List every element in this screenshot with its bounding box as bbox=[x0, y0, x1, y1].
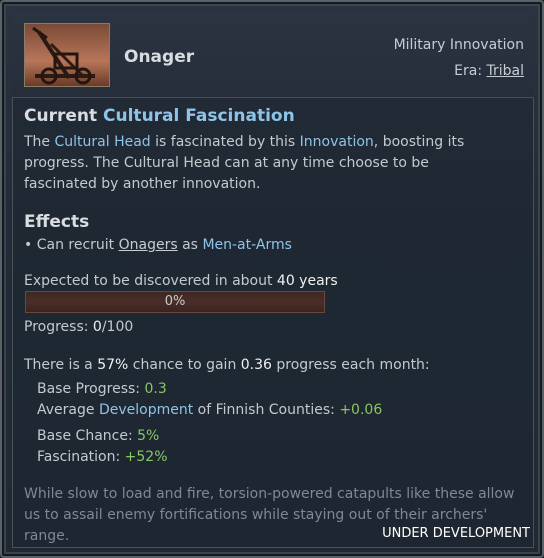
base-chance-value: 5% bbox=[137, 428, 160, 444]
fascination-text-2: is fascinated by this bbox=[150, 134, 300, 150]
progress-value: 0 bbox=[92, 319, 102, 335]
progress-total: /100 bbox=[101, 319, 134, 335]
era-link[interactable]: Tribal bbox=[487, 63, 525, 79]
fascination-description: The Cultural Head is fascinated by this … bbox=[24, 132, 504, 195]
innovation-era: Era: Tribal bbox=[454, 63, 524, 79]
expected-prefix: Expected to be discovered in about bbox=[24, 273, 277, 289]
chance-text-1: There is a bbox=[24, 357, 98, 373]
base-chance-row: Base Chance: 5% bbox=[37, 428, 159, 444]
avg-development-row: Average Development of Finnish Counties:… bbox=[37, 402, 382, 418]
fascination-value: +52% bbox=[124, 449, 168, 465]
men-at-arms-link[interactable]: Men-at-Arms bbox=[202, 237, 291, 253]
innovation-tooltip: Onager Military Innovation Era: Tribal C… bbox=[0, 0, 544, 558]
progress-line: Progress: 0/100 bbox=[24, 319, 133, 335]
effect-text-2: as bbox=[177, 237, 203, 253]
fascination-text-1: The bbox=[24, 134, 55, 150]
onagers-link[interactable]: Onagers bbox=[119, 237, 178, 253]
base-progress-label: Base Progress: bbox=[37, 381, 145, 397]
tooltip-header: Onager Military Innovation Era: Tribal bbox=[12, 12, 534, 98]
expected-value: 40 years bbox=[276, 273, 338, 289]
era-label: Era: bbox=[454, 63, 483, 79]
fascination-label: Fascination: bbox=[37, 449, 125, 465]
fascination-heading-prefix: Current bbox=[24, 106, 98, 126]
cultural-head-link[interactable]: Cultural Head bbox=[55, 134, 151, 150]
bullet: • bbox=[24, 237, 33, 253]
innovation-link[interactable]: Innovation bbox=[300, 134, 374, 150]
base-progress-row: Base Progress: 0.3 bbox=[37, 381, 167, 397]
effect-text-1: Can recruit bbox=[36, 237, 119, 253]
onager-portrait-icon bbox=[24, 23, 110, 87]
chance-percent: 57% bbox=[97, 357, 129, 373]
chance-text-2: chance to gain bbox=[128, 357, 241, 373]
progress-label: Progress: bbox=[24, 319, 93, 335]
avg-dev-text-1: Average bbox=[37, 402, 99, 418]
effect-item: • Can recruit Onagers as Men-at-Arms bbox=[24, 237, 292, 253]
effects-heading: Effects bbox=[24, 212, 90, 232]
fascination-heading-highlight: Cultural Fascination bbox=[103, 106, 295, 126]
progress-bar: 0% bbox=[25, 291, 325, 313]
progress-bar-label: 0% bbox=[164, 294, 186, 309]
avg-dev-text-2: of Finnish Counties: bbox=[193, 402, 340, 418]
innovation-title: Onager bbox=[124, 47, 195, 67]
chance-amount: 0.36 bbox=[240, 357, 272, 373]
avg-dev-value: +0.06 bbox=[339, 402, 383, 418]
base-progress-value: 0.3 bbox=[144, 381, 167, 397]
under-development-watermark: UNDER DEVELOPMENT bbox=[382, 526, 530, 541]
chance-text-3: progress each month: bbox=[271, 357, 430, 373]
fascination-heading: Current Cultural Fascination bbox=[24, 106, 295, 126]
chance-summary: There is a 57% chance to gain 0.36 progr… bbox=[24, 357, 430, 373]
fascination-row: Fascination: +52% bbox=[37, 449, 168, 465]
base-chance-label: Base Chance: bbox=[37, 428, 138, 444]
expected-discovery: Expected to be discovered in about 40 ye… bbox=[24, 273, 338, 289]
innovation-category: Military Innovation bbox=[393, 37, 524, 53]
development-link[interactable]: Development bbox=[99, 402, 193, 418]
